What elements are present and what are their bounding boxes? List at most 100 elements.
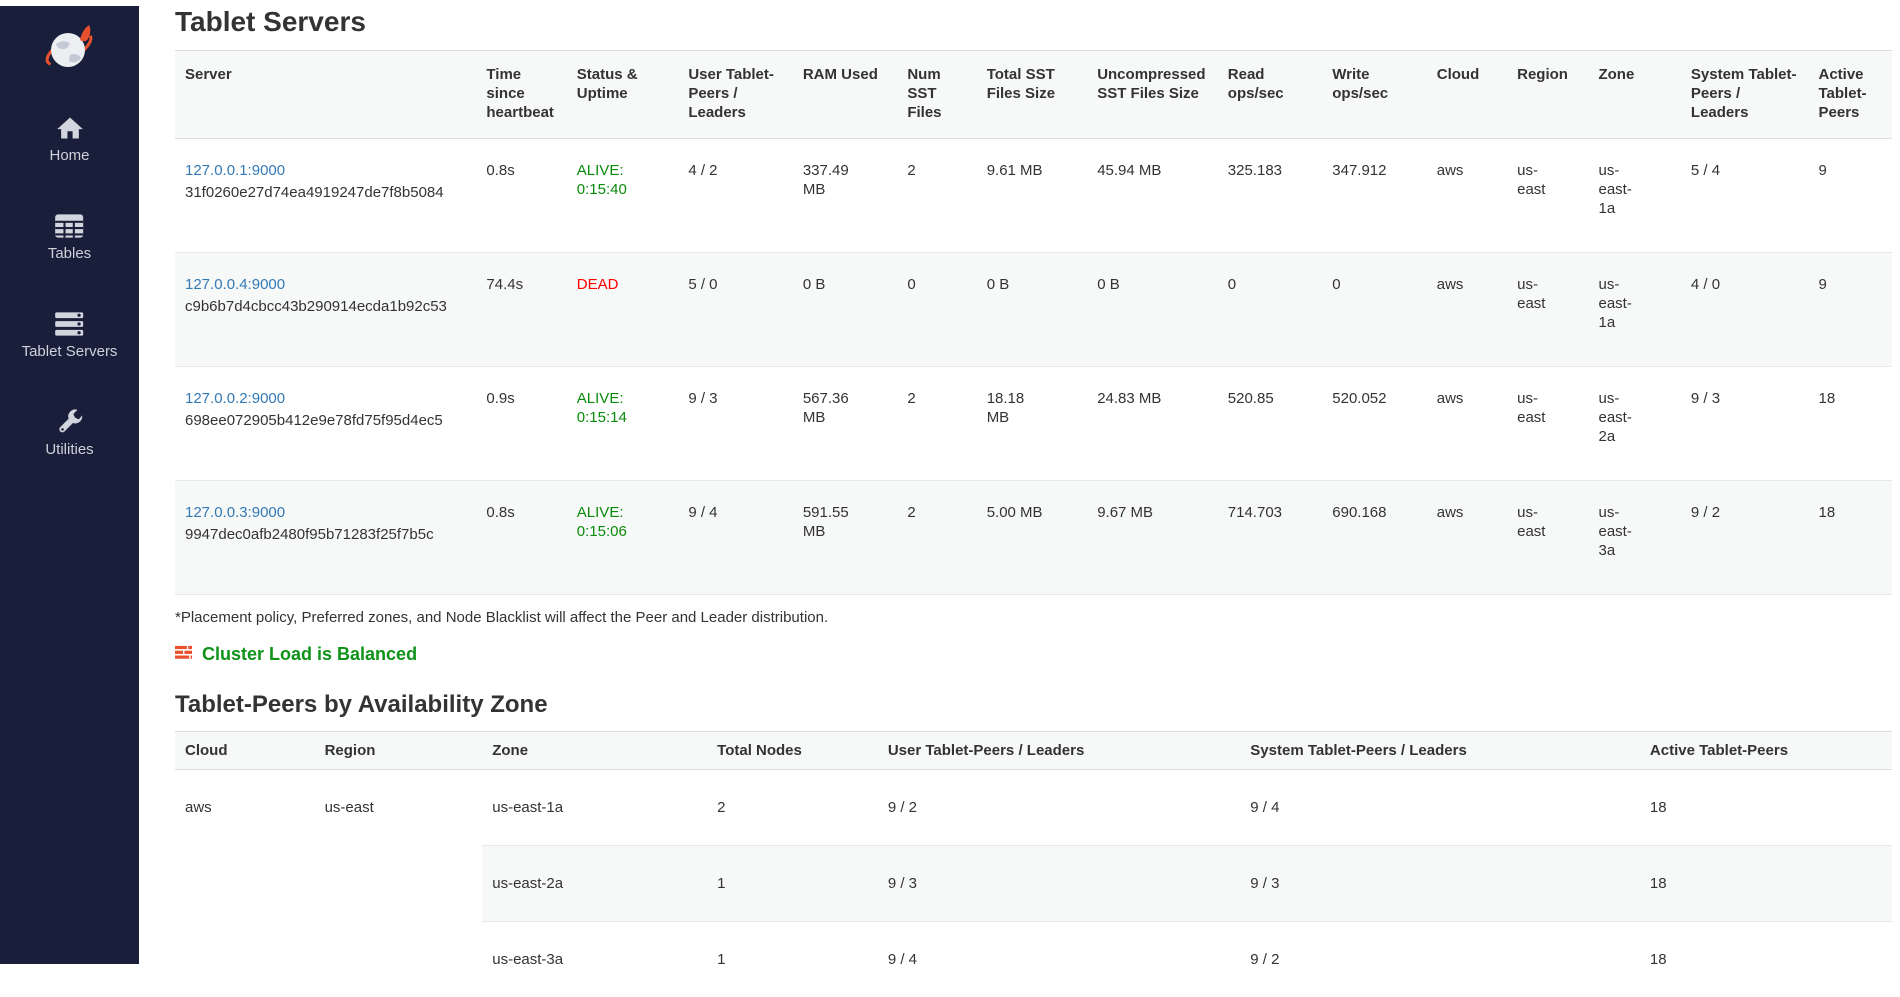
system-peers-cell: 9 / 3 [1240, 846, 1640, 922]
sidebar-item-label: Tables [0, 245, 139, 263]
server-uuid: c9b6b7d4cbcc43b290914ecda1b92c53 [185, 297, 466, 316]
uptime-value: 0:15:40 [577, 180, 669, 199]
col-header-cloud: Cloud [175, 732, 315, 770]
total-nodes-cell: 1 [707, 846, 878, 922]
cluster-load-status: Cluster Load is Balanced [175, 644, 1892, 665]
col-header-cloud: Cloud [1427, 51, 1507, 139]
placement-policy-footnote: *Placement policy, Preferred zones, and … [175, 609, 1892, 626]
col-header-status: Status & Uptime [567, 51, 679, 139]
active-peers-cell: 18 [1640, 846, 1892, 922]
col-header-heartbeat: Time since heartbeat [476, 51, 566, 139]
uncompressed-sst-cell: 24.83 MB [1087, 367, 1218, 481]
system-peers-cell: 4 / 0 [1681, 253, 1809, 367]
system-peers-cell: 5 / 4 [1681, 139, 1809, 253]
col-header-zone: Zone [482, 732, 707, 770]
user-peers-cell: 9 / 3 [878, 846, 1240, 922]
user-peers-cell: 9 / 2 [878, 770, 1240, 846]
server-address-link[interactable]: 127.0.0.1:9000 [185, 162, 285, 179]
table-row: aws us-east us-east-1a 2 9 / 2 9 / 4 18 [175, 770, 1892, 846]
system-peers-cell: 9 / 4 [1240, 770, 1640, 846]
status-badge: DEAD [577, 275, 669, 294]
status-badge: ALIVE: [577, 503, 669, 522]
uncompressed-sst-cell: 9.67 MB [1087, 481, 1218, 595]
active-peers-cell: 18 [1640, 770, 1892, 846]
tablet-peers-by-zone-table: Cloud Region Zone Total Nodes User Table… [175, 731, 1892, 997]
server-uuid: 698ee072905b412e9e78fd75f95d4ec5 [185, 411, 466, 430]
sst-size-cell: 0 B [977, 253, 1088, 367]
region-cell: us-east [1507, 139, 1588, 253]
sidebar: Home Tables [0, 6, 139, 964]
col-header-system-peers: System Tablet-Peers / Leaders [1240, 732, 1640, 770]
col-header-region: Region [315, 732, 483, 770]
utilities-icon [0, 408, 139, 438]
num-sst-cell: 2 [897, 139, 976, 253]
col-header-sst-size: Total SST Files Size [977, 51, 1088, 139]
server-uuid: 31f0260e27d74ea4919247de7f8b5084 [185, 183, 466, 202]
zone-cell: us-east-1a [1588, 139, 1680, 253]
status-badge: ALIVE: [577, 161, 669, 180]
sst-size-cell: 5.00 MB [977, 481, 1088, 595]
home-icon [0, 114, 139, 144]
active-peers-cell: 18 [1809, 481, 1893, 595]
heartbeat-cell: 0.8s [476, 139, 566, 253]
region-cell: us-east [315, 770, 483, 997]
heartbeat-cell: 0.8s [476, 481, 566, 595]
tablet-servers-icon [0, 310, 139, 340]
table-row: 127.0.0.1:9000 31f0260e27d74ea4919247de7… [175, 139, 1892, 253]
num-sst-cell: 2 [897, 367, 976, 481]
uncompressed-sst-cell: 0 B [1087, 253, 1218, 367]
zone-cell: us-east-2a [482, 846, 707, 922]
server-cell: 127.0.0.3:9000 9947dec0afb2480f95b71283f… [175, 481, 476, 595]
region-cell: us-east [1507, 481, 1588, 595]
col-header-read-ops: Read ops/sec [1218, 51, 1322, 139]
section-title-tablet-peers-by-zone: Tablet-Peers by Availability Zone [175, 691, 1892, 719]
write-ops-cell: 520.052 [1322, 367, 1426, 481]
uptime-value: 0:15:06 [577, 522, 669, 541]
heartbeat-cell: 74.4s [476, 253, 566, 367]
server-address-link[interactable]: 127.0.0.3:9000 [185, 504, 285, 521]
zone-cell: us-east-3a [1588, 481, 1680, 595]
user-peers-cell: 9 / 4 [678, 481, 793, 595]
active-peers-cell: 18 [1809, 367, 1893, 481]
col-header-write-ops: Write ops/sec [1322, 51, 1426, 139]
user-peers-cell: 9 / 4 [878, 922, 1240, 997]
tablet-servers-table: Server Time since heartbeat Status & Upt… [175, 50, 1892, 595]
server-cell: 127.0.0.1:9000 31f0260e27d74ea4919247de7… [175, 139, 476, 253]
active-peers-cell: 9 [1809, 139, 1893, 253]
server-address-link[interactable]: 127.0.0.2:9000 [185, 390, 285, 407]
sidebar-item-utilities[interactable]: Utilities [0, 408, 139, 459]
sidebar-item-tablet-servers[interactable]: Tablet Servers [0, 310, 139, 361]
main-content: Tablet Servers Server Time since heartbe… [139, 6, 1900, 997]
server-cell: 127.0.0.2:9000 698ee072905b412e9e78fd75f… [175, 367, 476, 481]
sidebar-item-home[interactable]: Home [0, 114, 139, 165]
sidebar-item-label: Utilities [0, 441, 139, 459]
col-header-region: Region [1507, 51, 1588, 139]
server-address-link[interactable]: 127.0.0.4:9000 [185, 276, 285, 293]
write-ops-cell: 0 [1322, 253, 1426, 367]
table-row: 127.0.0.2:9000 698ee072905b412e9e78fd75f… [175, 367, 1892, 481]
sidebar-item-tables[interactable]: Tables [0, 212, 139, 263]
cloud-cell: aws [1427, 139, 1507, 253]
ram-cell: 0 B [793, 253, 897, 367]
server-uuid: 9947dec0afb2480f95b71283f25f7b5c [185, 525, 466, 544]
zone-cell: us-east-3a [482, 922, 707, 997]
sst-size-cell: 9.61 MB [977, 139, 1088, 253]
total-nodes-cell: 1 [707, 922, 878, 997]
server-cell: 127.0.0.4:9000 c9b6b7d4cbcc43b290914ecda… [175, 253, 476, 367]
col-header-total-nodes: Total Nodes [707, 732, 878, 770]
status-cell: ALIVE: 0:15:40 [567, 139, 679, 253]
col-header-system-peers: System Tablet-Peers / Leaders [1681, 51, 1809, 139]
sst-size-cell: 18.18 MB [977, 367, 1088, 481]
yugabyte-logo[interactable] [0, 6, 139, 86]
status-cell: DEAD [567, 253, 679, 367]
cloud-cell: aws [1427, 253, 1507, 367]
uptime-value: 0:15:14 [577, 408, 669, 427]
system-peers-cell: 9 / 2 [1240, 922, 1640, 997]
cloud-cell: aws [1427, 367, 1507, 481]
write-ops-cell: 347.912 [1322, 139, 1426, 253]
status-cell: ALIVE: 0:15:14 [567, 367, 679, 481]
col-header-ram: RAM Used [793, 51, 897, 139]
zone-cell: us-east-1a [1588, 253, 1680, 367]
read-ops-cell: 520.85 [1218, 367, 1322, 481]
system-peers-cell: 9 / 2 [1681, 481, 1809, 595]
